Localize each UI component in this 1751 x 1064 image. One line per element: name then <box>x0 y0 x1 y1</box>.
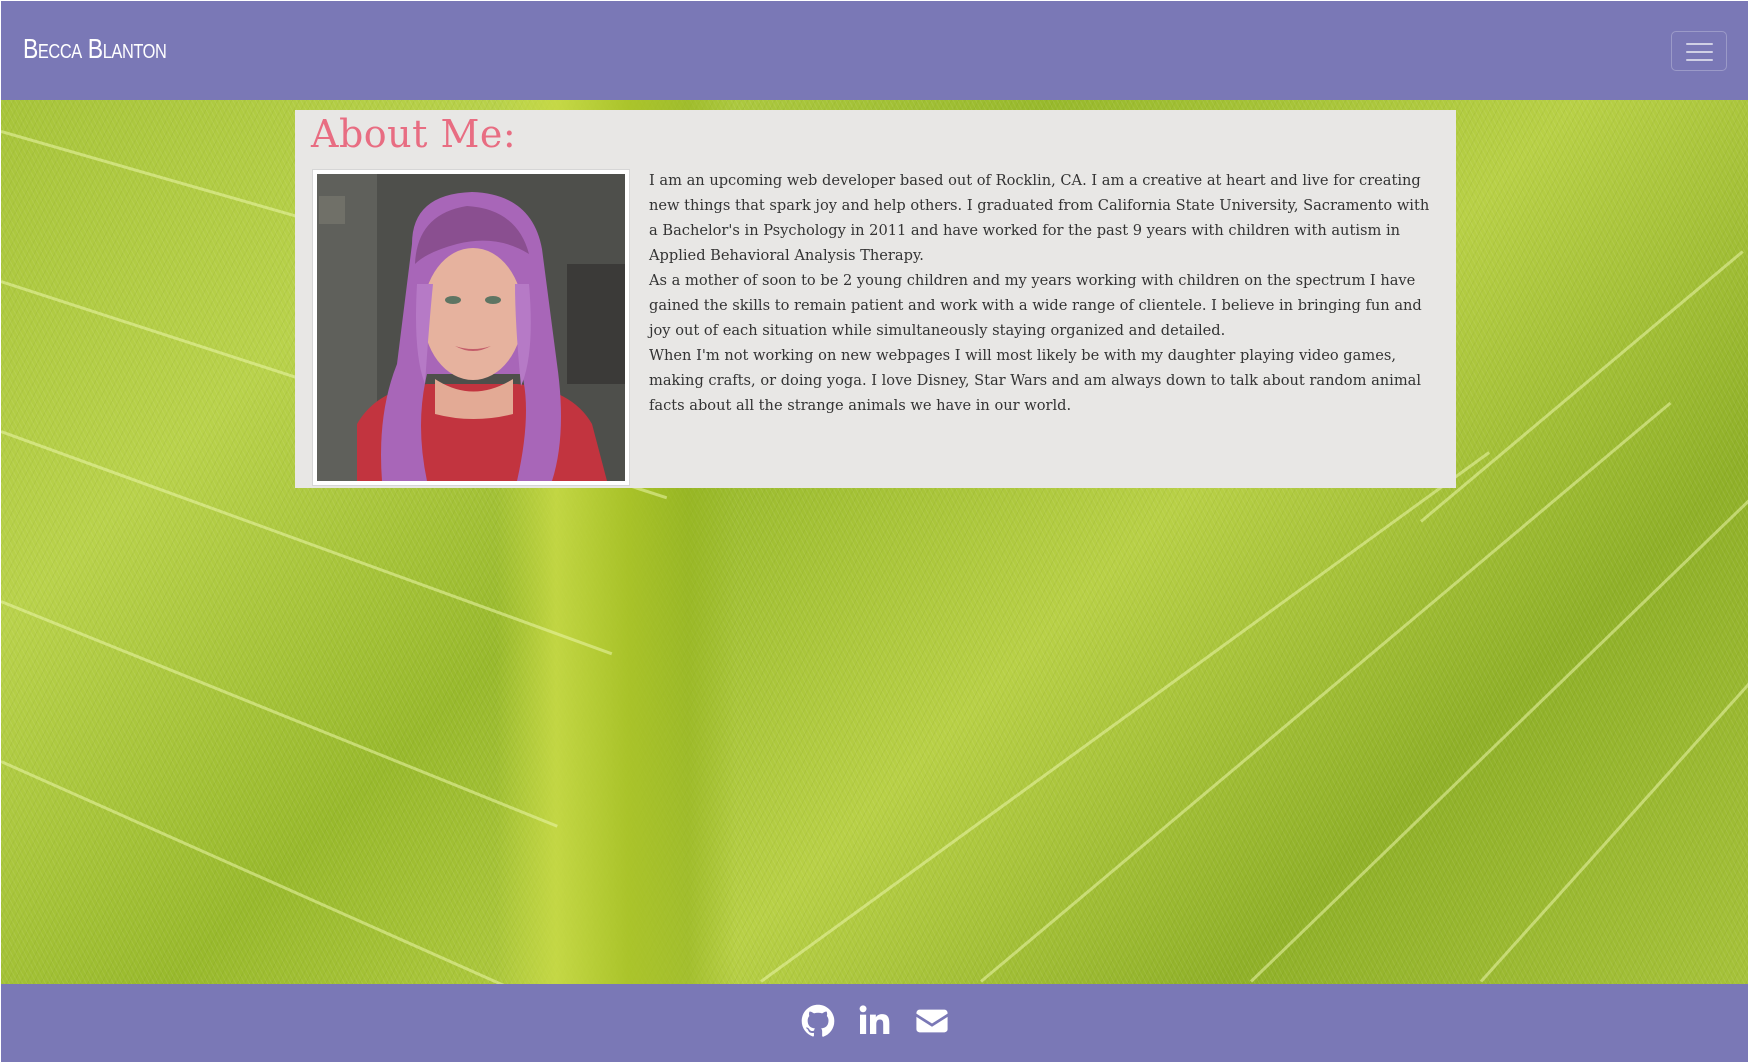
profile-photo-frame <box>312 169 630 486</box>
leaf-vein <box>1 600 558 828</box>
leaf-vein <box>1 760 505 984</box>
leaf-vein <box>760 451 1490 983</box>
email-link[interactable] <box>915 1004 951 1040</box>
leaf-vein <box>980 401 1672 983</box>
leaf-vein <box>1249 494 1748 983</box>
about-paragraph: As a mother of soon to be 2 young childr… <box>649 272 1422 339</box>
navbar: Becca Blanton <box>1 1 1748 100</box>
profile-photo <box>317 174 625 481</box>
linkedin-icon <box>858 1004 894 1036</box>
github-link[interactable] <box>801 1004 837 1040</box>
linkedin-link[interactable] <box>858 1004 894 1040</box>
about-text: I am an upcoming web developer based out… <box>649 168 1441 418</box>
leaf-vein <box>1479 608 1748 983</box>
about-card: About Me: I am an upcoming web developer… <box>295 110 1456 488</box>
footer <box>1 984 1748 1062</box>
about-title: About Me: <box>311 112 517 156</box>
about-paragraph: When I'm not working on new webpages I w… <box>649 347 1422 414</box>
navbar-toggle-button[interactable] <box>1671 31 1727 71</box>
about-paragraph: I am an upcoming web developer based out… <box>649 172 1430 264</box>
brand-link[interactable]: Becca Blanton <box>23 33 167 65</box>
github-icon <box>801 1004 837 1038</box>
leaf-vein <box>1420 250 1744 523</box>
envelope-icon <box>915 1004 951 1038</box>
